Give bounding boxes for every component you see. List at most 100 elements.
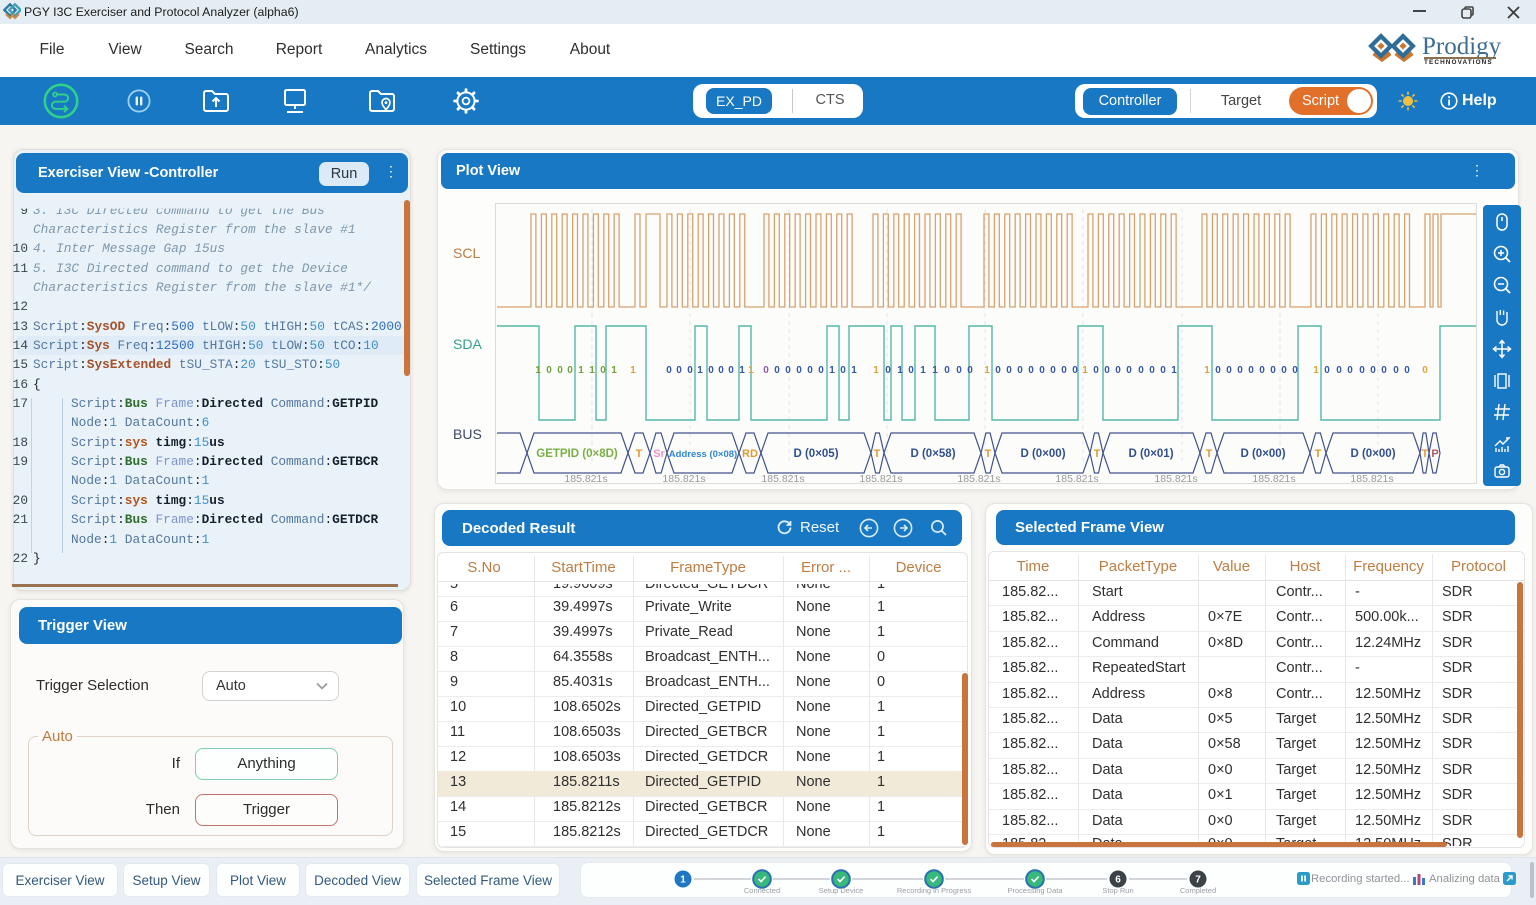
svg-text:GETPID (0×8D): GETPID (0×8D) — [536, 448, 618, 460]
svg-text:1: 1 — [851, 365, 857, 376]
svg-text:0: 0 — [546, 365, 552, 376]
svg-text:D (0×00): D (0×00) — [1350, 448, 1395, 460]
svg-text:0: 0 — [687, 365, 693, 376]
svg-text:D (0×00): D (0×00) — [1020, 448, 1065, 460]
svg-text:0: 0 — [1061, 365, 1067, 376]
svg-text:0: 0 — [1160, 365, 1166, 376]
svg-text:0: 0 — [774, 365, 780, 376]
svg-text:0: 0 — [763, 365, 769, 376]
svg-text:0: 0 — [1248, 365, 1254, 376]
svg-text:185.821s: 185.821s — [1252, 473, 1295, 484]
svg-text:0: 0 — [600, 365, 606, 376]
svg-text:0: 0 — [1226, 365, 1232, 376]
svg-text:0: 0 — [967, 365, 973, 376]
svg-text:0: 0 — [1281, 365, 1287, 376]
svg-text:0: 0 — [1393, 365, 1399, 376]
svg-text:Sr: Sr — [653, 448, 665, 460]
svg-text:0: 0 — [796, 365, 802, 376]
svg-text:1: 1 — [535, 365, 541, 376]
svg-text:0: 0 — [708, 365, 714, 376]
svg-text:185.821s: 185.821s — [1350, 473, 1393, 484]
svg-text:1: 1 — [611, 365, 617, 376]
svg-text:T: T — [636, 448, 643, 460]
svg-text:1: 1 — [932, 365, 938, 376]
svg-text:Stop Run: Stop Run — [1102, 886, 1133, 895]
svg-text:185.821s: 185.821s — [761, 473, 804, 484]
svg-text:1: 1 — [1082, 365, 1088, 376]
svg-text:0: 0 — [1072, 365, 1078, 376]
svg-text:185.821s: 185.821s — [1055, 473, 1098, 484]
svg-text:1: 1 — [1204, 365, 1210, 376]
svg-text:0: 0 — [1149, 365, 1155, 376]
svg-text:1: 1 — [829, 365, 835, 376]
svg-text:0: 0 — [567, 365, 573, 376]
svg-text:0: 0 — [676, 365, 682, 376]
svg-text:0: 0 — [1237, 365, 1243, 376]
svg-text:0: 0 — [1370, 365, 1376, 376]
svg-text:1: 1 — [739, 365, 745, 376]
svg-text:T: T — [985, 448, 992, 460]
svg-text:1: 1 — [1171, 365, 1177, 376]
svg-text:T: T — [1315, 448, 1322, 460]
svg-text:0: 0 — [728, 365, 734, 376]
svg-text:Connected: Connected — [744, 886, 780, 895]
svg-text:1: 1 — [984, 365, 990, 376]
svg-text:185.821s: 185.821s — [1154, 473, 1197, 484]
svg-text:0: 0 — [1104, 365, 1110, 376]
svg-text:7: 7 — [1195, 875, 1201, 886]
svg-text:0: 0 — [1381, 365, 1387, 376]
svg-text:0: 0 — [1006, 365, 1012, 376]
svg-text:185.821s: 185.821s — [662, 473, 705, 484]
svg-text:T: T — [1206, 448, 1213, 460]
svg-text:0: 0 — [1017, 365, 1023, 376]
svg-text:T: T — [1094, 448, 1101, 460]
svg-text:0: 0 — [1259, 365, 1265, 376]
svg-text:0: 0 — [1292, 365, 1298, 376]
svg-text:D (0×01): D (0×01) — [1128, 448, 1173, 460]
svg-text:D (0×05): D (0×05) — [793, 448, 838, 460]
svg-text:1: 1 — [897, 365, 903, 376]
svg-text:1: 1 — [589, 365, 595, 376]
svg-text:1: 1 — [578, 365, 584, 376]
svg-text:1: 1 — [748, 365, 754, 376]
svg-text:0: 0 — [1028, 365, 1034, 376]
svg-text:0: 0 — [944, 365, 950, 376]
svg-text:0: 0 — [1404, 365, 1410, 376]
svg-text:1: 1 — [920, 365, 926, 376]
svg-text:0: 0 — [1138, 365, 1144, 376]
svg-text:0: 0 — [908, 365, 914, 376]
svg-text:D (0×00): D (0×00) — [1240, 448, 1285, 460]
svg-text:0: 0 — [1215, 365, 1221, 376]
svg-text:0: 0 — [956, 365, 962, 376]
svg-text:0: 0 — [1347, 365, 1353, 376]
svg-text:0: 0 — [1422, 365, 1428, 376]
svg-text:185.821s: 185.821s — [957, 473, 1000, 484]
svg-text:0: 0 — [1093, 365, 1099, 376]
svg-text:185.821s: 185.821s — [564, 473, 607, 484]
svg-text:0: 0 — [1039, 365, 1045, 376]
svg-text:0: 0 — [885, 365, 891, 376]
svg-text:0: 0 — [807, 365, 813, 376]
svg-text:0: 0 — [557, 365, 563, 376]
svg-text:Processing Data: Processing Data — [1007, 886, 1063, 895]
svg-text:1: 1 — [697, 365, 703, 376]
svg-text:Address (0×08): Address (0×08) — [669, 449, 737, 460]
svg-text:Recording in Progress: Recording in Progress — [897, 886, 971, 895]
svg-text:P: P — [1431, 448, 1438, 460]
svg-text:0: 0 — [1270, 365, 1276, 376]
svg-text:Setup Device: Setup Device — [819, 886, 864, 895]
svg-text:D (0×58): D (0×58) — [910, 448, 955, 460]
svg-text:Completed: Completed — [1180, 886, 1216, 895]
svg-text:0: 0 — [995, 365, 1001, 376]
svg-text:1: 1 — [873, 365, 879, 376]
svg-text:0: 0 — [666, 365, 672, 376]
svg-text:0: 0 — [1359, 365, 1365, 376]
svg-text:T: T — [874, 448, 881, 460]
svg-text:RD: RD — [742, 448, 758, 460]
svg-text:1: 1 — [1313, 365, 1319, 376]
svg-text:185.821s: 185.821s — [859, 473, 902, 484]
svg-text:0: 0 — [818, 365, 824, 376]
svg-text:0: 0 — [840, 365, 846, 376]
svg-text:0: 0 — [1126, 365, 1132, 376]
svg-text:1: 1 — [680, 875, 686, 886]
